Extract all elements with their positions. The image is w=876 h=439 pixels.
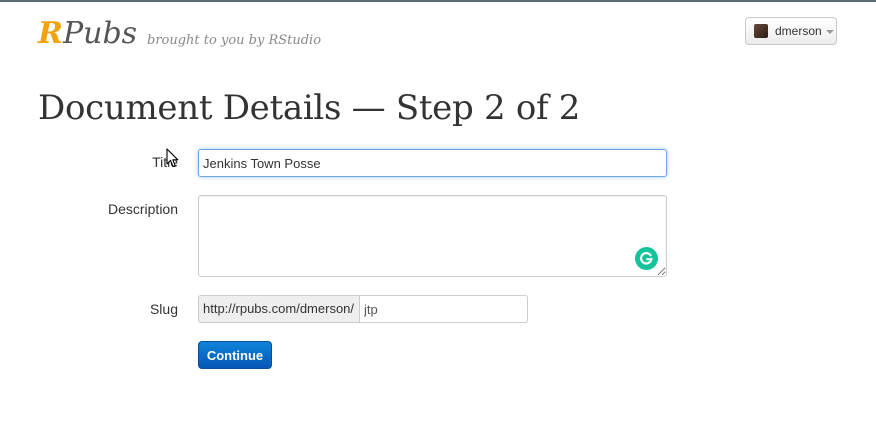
logo-r: R <box>38 16 63 51</box>
slug-input[interactable] <box>359 295 528 323</box>
user-menu-button[interactable]: dmerson <box>745 17 837 45</box>
page-title: Document Details — Step 2 of 2 <box>38 88 581 128</box>
logo-text: Pubs <box>62 16 138 51</box>
user-name: dmerson <box>775 24 822 38</box>
description-textarea[interactable] <box>198 195 667 277</box>
caret-down-icon <box>825 30 834 34</box>
mouse-cursor-icon <box>166 148 179 168</box>
rpubs-logo[interactable]: RPubs <box>38 14 137 54</box>
slug-url-prefix: http://rpubs.com/dmerson/ <box>198 295 360 323</box>
description-label: Description <box>107 201 178 217</box>
grammarly-icon[interactable] <box>635 247 658 270</box>
title-label: Title <box>152 154 178 170</box>
tagline: brought to you by RStudio <box>147 33 322 48</box>
top-border <box>0 0 876 2</box>
avatar <box>754 24 768 38</box>
continue-button[interactable]: Continue <box>198 341 272 369</box>
title-input[interactable] <box>198 149 667 177</box>
slug-label: Slug <box>149 301 178 317</box>
